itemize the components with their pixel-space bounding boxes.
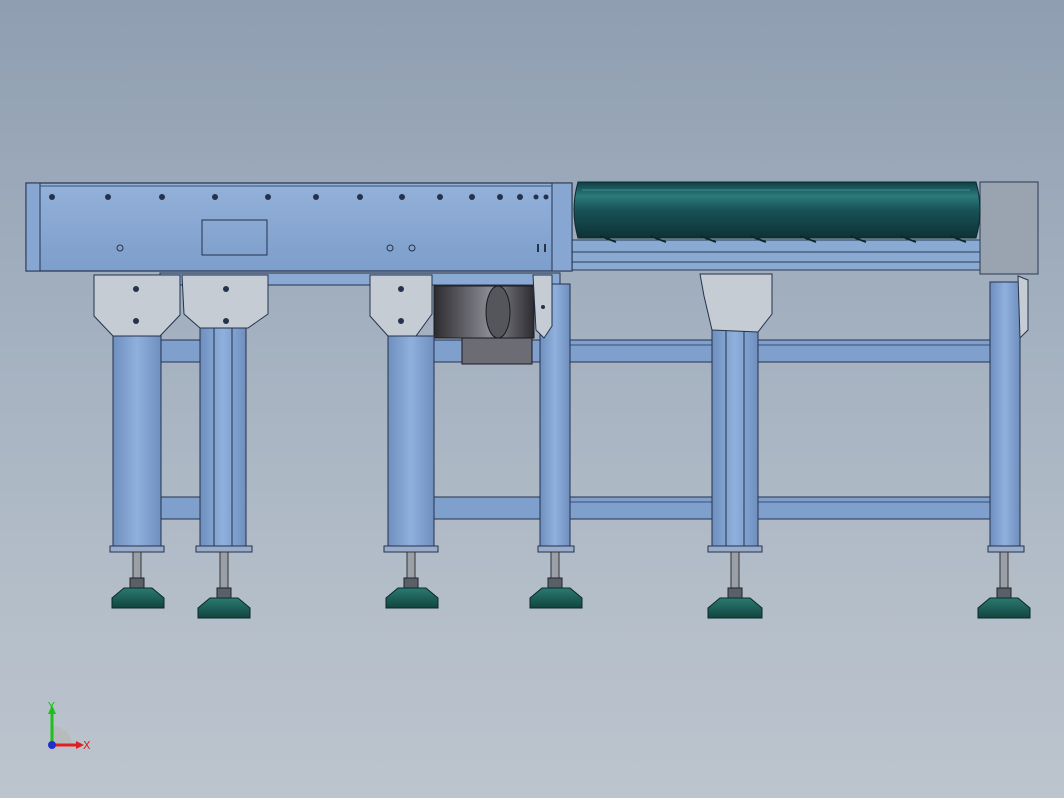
end-cover-plate <box>979 181 1039 275</box>
cross-braces <box>159 339 999 520</box>
roller-belt <box>573 181 981 243</box>
foot-6 <box>977 545 1031 619</box>
x-axis-label: X <box>83 739 91 752</box>
conveyor-drawing: Y X <box>25 181 1039 752</box>
y-axis-label: Y <box>47 700 55 713</box>
leveling-feet <box>109 545 1031 619</box>
foot-1 <box>109 545 165 609</box>
z-axis-dot <box>48 741 56 749</box>
leg-1 <box>112 335 162 549</box>
triad-plane-icon <box>52 726 72 745</box>
left-side-frame <box>25 182 573 272</box>
foot-3 <box>383 545 439 609</box>
foot-4 <box>529 545 583 609</box>
gusset-5 <box>699 273 773 333</box>
foot-5 <box>707 545 763 619</box>
leg-6 <box>989 281 1021 549</box>
gusset-6 <box>1017 275 1029 340</box>
gusset-1 <box>93 274 181 337</box>
cad-viewport[interactable]: Y X <box>0 0 1064 798</box>
foot-2 <box>195 545 253 619</box>
gusset-3 <box>369 274 433 337</box>
leg-3 <box>387 335 435 549</box>
orientation-triad[interactable]: Y X <box>47 700 91 752</box>
